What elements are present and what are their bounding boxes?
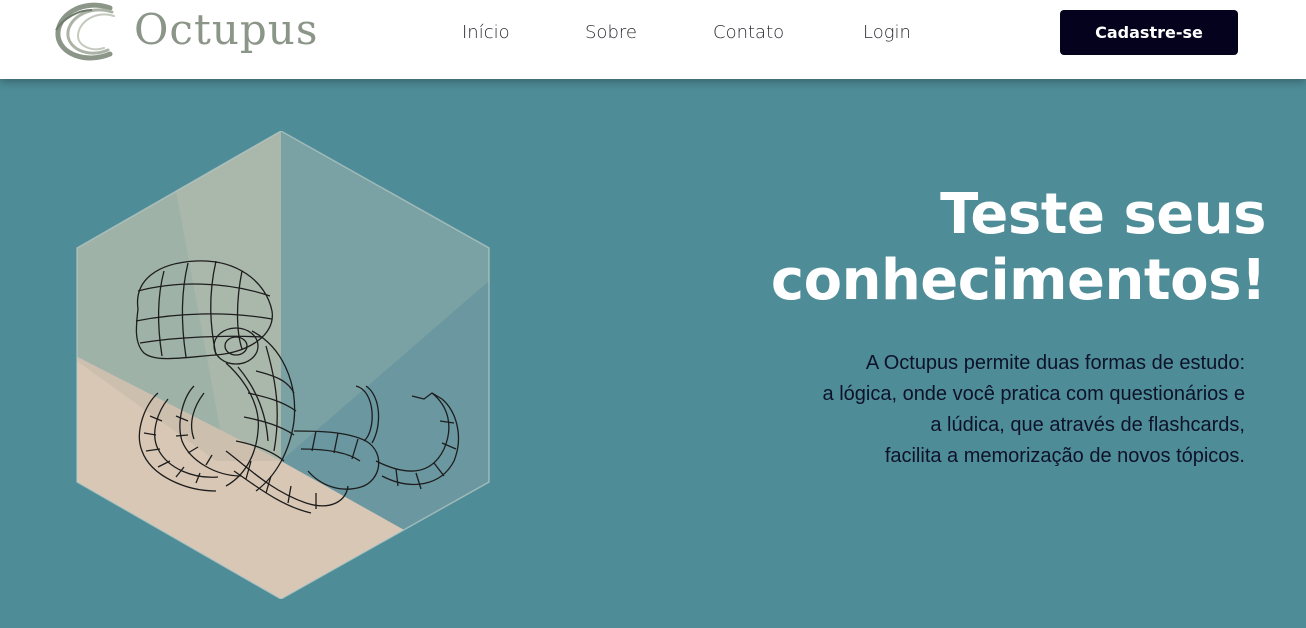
hero-description-line-4: facilita a memorização de novos tópicos. xyxy=(884,445,1245,467)
site-header: Octupus Início Sobre Contato Login Cadas… xyxy=(0,0,1306,79)
nav-link-sobre[interactable]: Sobre xyxy=(585,22,637,44)
nav-link-contato[interactable]: Contato xyxy=(713,22,784,44)
hero-description: A Octupus permite duas formas de estudo:… xyxy=(725,348,1245,472)
hero-description-line-2: a lógica, onde você pratica com question… xyxy=(822,383,1245,405)
nav-link-inicio[interactable]: Início xyxy=(462,22,510,44)
hero-title-line-1: Teste seus xyxy=(940,182,1266,247)
wireframe-octopus-hexagon-image xyxy=(76,131,490,599)
nav-link-login[interactable]: Login xyxy=(863,22,911,44)
logo-link[interactable]: Octupus xyxy=(52,0,317,66)
hero-description-line-3: a lúdica, que através de flashcards, xyxy=(930,414,1245,436)
hero-title: Teste seus conhecimentos! xyxy=(706,182,1267,314)
signup-button[interactable]: Cadastre-se xyxy=(1060,10,1238,55)
octopus-logo-icon xyxy=(55,2,115,61)
logo-text: Octupus xyxy=(134,5,319,54)
hero-description-line-1: A Octupus permite duas formas de estudo: xyxy=(865,352,1245,374)
hero-title-line-2: conhecimentos! xyxy=(770,248,1267,313)
